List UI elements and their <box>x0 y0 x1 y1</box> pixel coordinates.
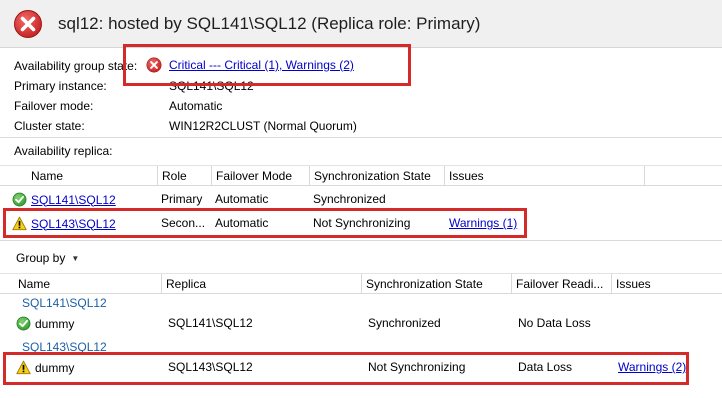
property-row-ag-state: Availability group state: Critical --- C… <box>0 55 722 74</box>
column-header-name[interactable]: Name <box>14 274 162 294</box>
property-row-primary-instance: Primary instance: SQL141\SQL12 <box>0 75 722 94</box>
database-sync-state: Not Synchronizing <box>368 360 466 374</box>
group-title[interactable]: SQL143\SQL12 <box>22 340 107 354</box>
column-header-failover-readiness[interactable]: Failover Readi... <box>512 274 612 294</box>
column-header-role[interactable]: Role <box>158 166 212 186</box>
replica-sync-state: Not Synchronizing <box>313 216 411 230</box>
ag-state-link[interactable]: Critical --- Critical (1), Warnings (2) <box>169 58 354 72</box>
replica-name-link[interactable]: SQL143\SQL12 <box>31 217 116 231</box>
column-header-sync-state[interactable]: Synchronization State <box>310 166 445 186</box>
group-by-label: Group by <box>16 251 66 265</box>
group-title[interactable]: SQL141\SQL12 <box>22 296 107 310</box>
property-value: SQL141\SQL12 <box>169 79 254 93</box>
window-header: sql12: hosted by SQL141\SQL12 (Replica r… <box>0 0 722 48</box>
page-title: sql12: hosted by SQL141\SQL12 (Replica r… <box>58 14 481 33</box>
database-replica: SQL141\SQL12 <box>168 316 253 330</box>
property-row-cluster-state: Cluster state: WIN12R2CLUST (Normal Quor… <box>0 115 722 134</box>
replica-role: Primary <box>161 192 203 206</box>
replica-failover-mode: Automatic <box>215 216 269 230</box>
divider <box>0 137 722 138</box>
database-issues-link[interactable]: Warnings (2) <box>618 360 686 374</box>
column-header-issues[interactable]: Issues <box>612 274 722 294</box>
database-sync-state: Synchronized <box>368 316 441 330</box>
property-label: Availability group state: <box>14 59 138 73</box>
column-header-name[interactable]: Name <box>14 166 158 186</box>
database-failover-readiness: No Data Loss <box>518 316 591 330</box>
property-value: Automatic <box>169 99 223 113</box>
database-grid-header: Name Replica Synchronization State Failo… <box>0 273 722 294</box>
property-row-failover-mode: Failover mode: Automatic <box>0 95 722 114</box>
warning-icon <box>12 216 27 231</box>
replica-issues-link[interactable]: Warnings (1) <box>449 216 517 230</box>
replica-row[interactable]: SQL143\SQL12 Secon... Automatic Not Sync… <box>0 213 722 235</box>
property-label: Primary instance: <box>14 79 107 93</box>
divider <box>0 240 722 241</box>
replica-sync-state: Synchronized <box>313 192 386 206</box>
replica-grid-header: Name Role Failover Mode Synchronization … <box>0 165 722 186</box>
property-label: Cluster state: <box>14 119 85 133</box>
chevron-down-icon: ▼ <box>71 253 80 263</box>
database-row[interactable]: dummy SQL143\SQL12 Not Synchronizing Dat… <box>0 357 722 379</box>
replica-failover-mode: Automatic <box>215 192 269 206</box>
database-name: dummy <box>35 360 75 375</box>
replica-role: Secon... <box>161 216 206 230</box>
replica-name-link[interactable]: SQL141\SQL12 <box>31 193 116 207</box>
database-row[interactable]: dummy SQL141\SQL12 Synchronized No Data … <box>0 313 722 335</box>
property-value: WIN12R2CLUST (Normal Quorum) <box>169 119 357 133</box>
database-replica: SQL143\SQL12 <box>168 360 253 374</box>
database-name: dummy <box>35 316 75 331</box>
database-failover-readiness: Data Loss <box>518 360 573 374</box>
column-header-replica[interactable]: Replica <box>162 274 362 294</box>
group-by-dropdown[interactable]: Group by ▼ <box>16 251 79 265</box>
replica-row[interactable]: SQL141\SQL12 Primary Automatic Synchroni… <box>0 189 722 211</box>
column-header-sync-state[interactable]: Synchronization State <box>362 274 512 294</box>
check-icon <box>12 192 27 207</box>
error-icon <box>13 9 43 39</box>
column-header-issues[interactable]: Issues <box>445 166 645 186</box>
section-label-replicas: Availability replica: <box>14 144 113 158</box>
column-header-failover-mode[interactable]: Failover Mode <box>212 166 310 186</box>
property-label: Failover mode: <box>14 99 94 113</box>
error-icon <box>146 57 162 73</box>
check-icon <box>16 316 31 331</box>
warning-icon <box>16 360 31 375</box>
